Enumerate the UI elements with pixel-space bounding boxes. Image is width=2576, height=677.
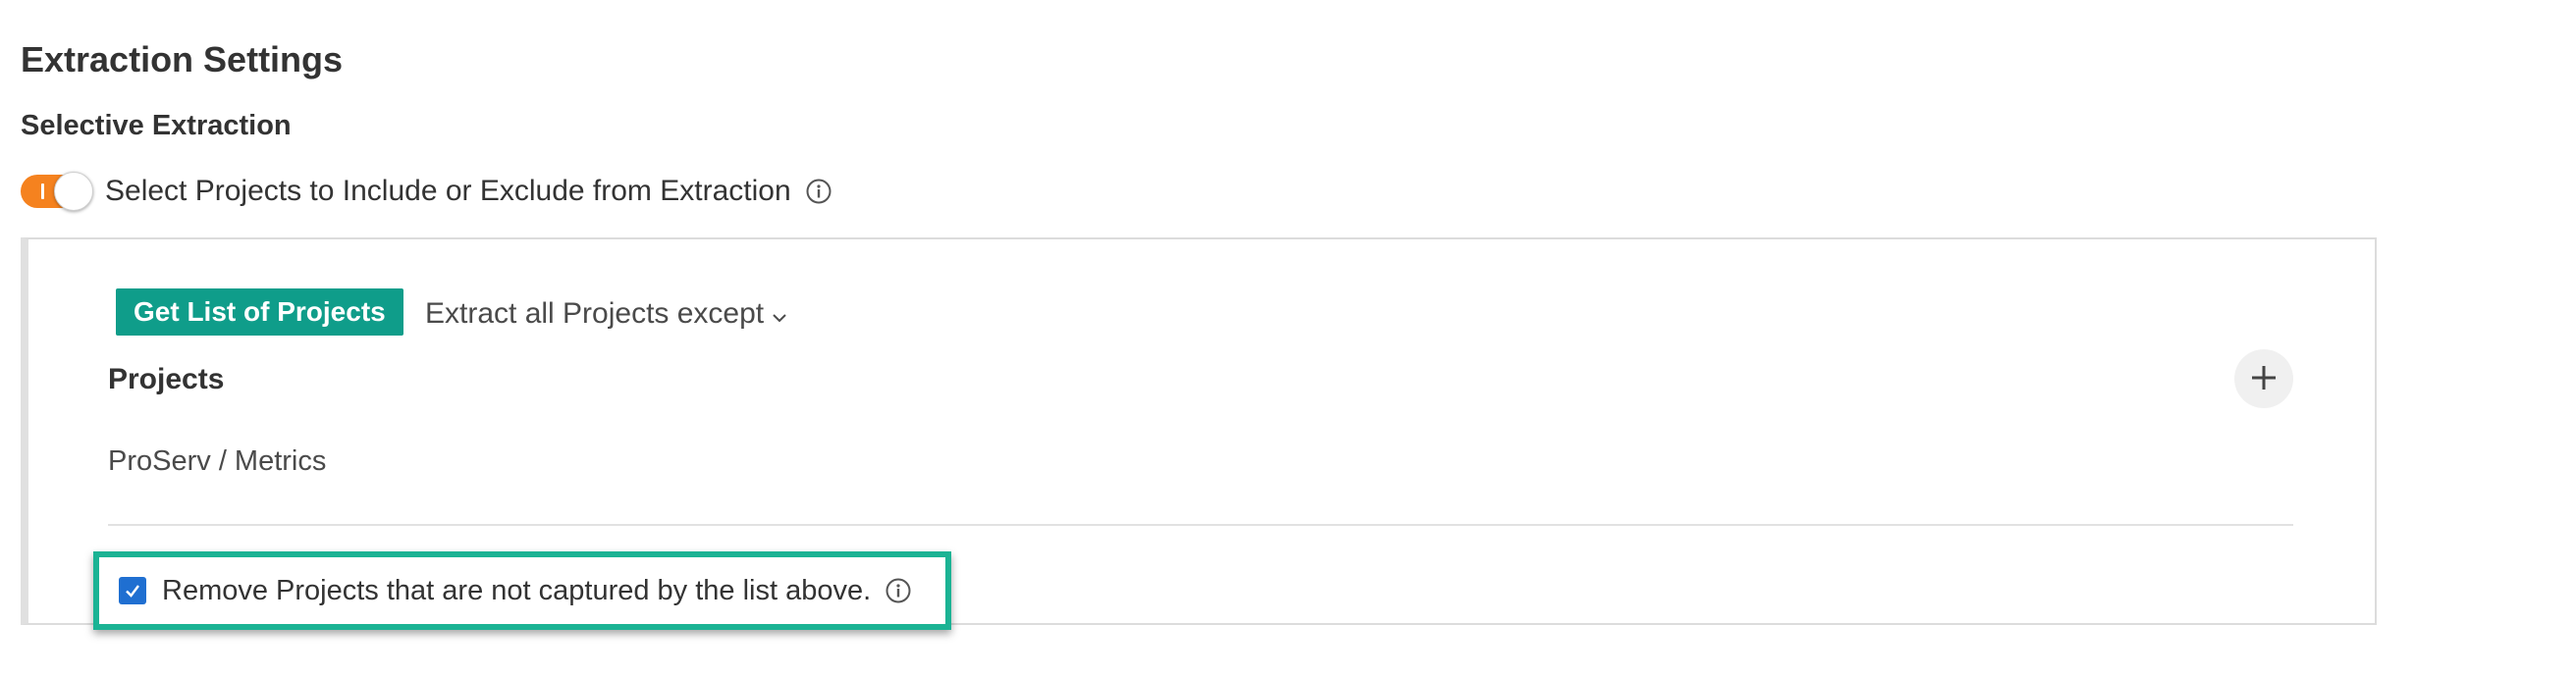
projects-heading: Projects <box>108 363 225 395</box>
chevron-down-icon <box>772 298 787 332</box>
selective-extraction-toggle-row: Select Projects to Include or Exclude fr… <box>21 171 832 212</box>
page-title: Extraction Settings <box>21 39 344 79</box>
divider <box>108 524 2293 526</box>
check-icon <box>126 585 139 598</box>
toggle-knob[interactable] <box>54 172 93 211</box>
selective-extraction-toggle[interactable] <box>21 172 93 211</box>
info-icon[interactable] <box>805 178 832 205</box>
project-filter-panel: Get List of Projects Extract all Project… <box>21 237 2377 630</box>
add-project-button[interactable] <box>2234 349 2293 408</box>
extraction-mode-dropdown[interactable]: Extract all Projects except <box>425 294 787 334</box>
get-list-of-projects-button[interactable]: Get List of Projects <box>116 288 403 336</box>
plus-icon <box>2249 363 2279 395</box>
info-icon[interactable] <box>885 577 912 604</box>
remove-projects-option: Remove Projects that are not captured by… <box>93 551 951 630</box>
extraction-mode-value: Extract all Projects except <box>425 297 765 330</box>
remove-projects-checkbox[interactable] <box>119 577 146 604</box>
extraction-settings-page: Extraction Settings Selective Extraction… <box>0 0 2576 677</box>
toggle-label: Select Projects to Include or Exclude fr… <box>105 175 791 207</box>
toggle-on-mark <box>41 183 44 199</box>
section-subtitle: Selective Extraction <box>21 110 292 141</box>
project-list-item: ProServ / Metrics <box>108 445 327 477</box>
remove-projects-label: Remove Projects that are not captured by… <box>162 574 872 606</box>
